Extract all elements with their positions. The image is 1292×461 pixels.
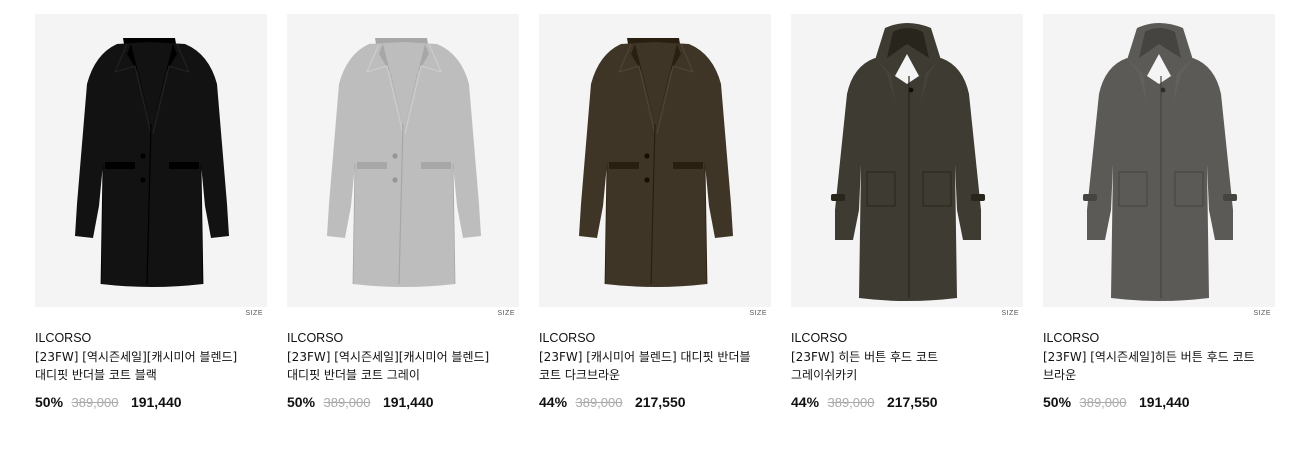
coat-image: [1083, 23, 1237, 301]
product-card[interactable]: SIZE ILCORSO [23FW] [역시즌세일][캐시미어 블렌드] 대디…: [35, 14, 267, 410]
product-title[interactable]: [23FW] [캐시미어 블렌드] 대디핏 반더블 코트 다크브라운: [539, 348, 753, 384]
original-price: 389,000: [575, 395, 623, 410]
size-link[interactable]: SIZE: [497, 310, 515, 317]
price-row: 50% 389,000 191,440: [35, 394, 182, 412]
product-title[interactable]: [23FW] 히든 버튼 후드 코트 그레이쉬카키: [791, 348, 1005, 384]
original-price: 389,000: [1079, 395, 1127, 410]
original-price: 389,000: [827, 395, 875, 410]
size-link[interactable]: SIZE: [245, 310, 263, 317]
sale-price: 217,550: [886, 394, 938, 410]
discount-rate: 50%: [35, 394, 64, 410]
product-brand[interactable]: ILCORSO: [287, 331, 343, 345]
coat-image: [579, 38, 733, 287]
product-title[interactable]: [23FW] [역시즌세일][캐시미어 블렌드] 대디핏 반더블 코트 그레이: [287, 348, 501, 384]
coat-image: [75, 38, 229, 287]
product-image[interactable]: [1043, 14, 1275, 307]
original-price: 389,000: [323, 395, 371, 410]
price-row: 44% 389,000 217,550: [539, 394, 686, 412]
sale-price: 191,440: [130, 394, 182, 410]
product-card[interactable]: SIZE ILCORSO [23FW] [역시즌세일][캐시미어 블렌드] 대디…: [287, 14, 519, 410]
size-link[interactable]: SIZE: [1001, 310, 1019, 317]
sale-price: 191,440: [382, 394, 434, 410]
product-brand[interactable]: ILCORSO: [791, 331, 847, 345]
product-brand[interactable]: ILCORSO: [539, 331, 595, 345]
product-title[interactable]: [23FW] [역시즌세일]히든 버튼 후드 코트 브라운: [1043, 348, 1257, 384]
coat-image: [831, 23, 985, 301]
size-link[interactable]: SIZE: [749, 310, 767, 317]
price-row: 50% 389,000 191,440: [287, 394, 434, 412]
discount-rate: 44%: [539, 394, 568, 410]
product-brand[interactable]: ILCORSO: [35, 331, 91, 345]
product-image[interactable]: [287, 14, 519, 307]
discount-rate: 44%: [791, 394, 820, 410]
product-grid: SIZE ILCORSO [23FW] [역시즌세일][캐시미어 블렌드] 대디…: [0, 0, 1292, 461]
product-brand[interactable]: ILCORSO: [1043, 331, 1099, 345]
product-card[interactable]: SIZE ILCORSO [23FW] [캐시미어 블렌드] 대디핏 반더블 코…: [539, 14, 771, 410]
product-image[interactable]: [35, 14, 267, 307]
sale-price: 191,440: [1138, 394, 1190, 410]
coat-image: [327, 38, 481, 287]
sale-price: 217,550: [634, 394, 686, 410]
price-row: 44% 389,000 217,550: [791, 394, 938, 412]
product-card[interactable]: SIZE ILCORSO [23FW] 히든 버튼 후드 코트 그레이쉬카키 4…: [791, 14, 1023, 410]
product-title[interactable]: [23FW] [역시즌세일][캐시미어 블렌드] 대디핏 반더블 코트 블랙: [35, 348, 249, 384]
product-image[interactable]: [791, 14, 1023, 307]
product-image[interactable]: [539, 14, 771, 307]
original-price: 389,000: [71, 395, 119, 410]
price-row: 50% 389,000 191,440: [1043, 394, 1190, 412]
product-card[interactable]: SIZE ILCORSO [23FW] [역시즌세일]히든 버튼 후드 코트 브…: [1043, 14, 1275, 410]
discount-rate: 50%: [1043, 394, 1072, 410]
discount-rate: 50%: [287, 394, 316, 410]
size-link[interactable]: SIZE: [1253, 310, 1271, 317]
